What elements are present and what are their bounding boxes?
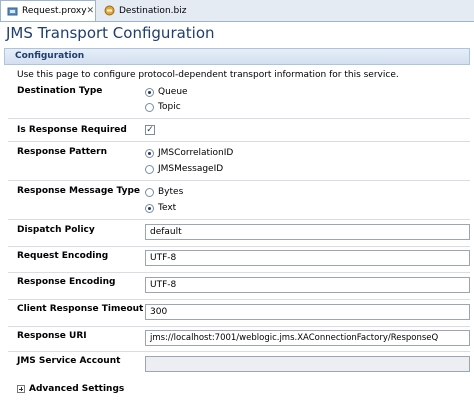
radio-destination-topic[interactable]: Topic: [145, 102, 181, 112]
response-required-checkbox[interactable]: ✓: [145, 125, 155, 135]
expand-icon: [17, 385, 25, 393]
row-divider: [8, 351, 470, 352]
radio-label: JMSCorrelationID: [158, 148, 234, 158]
radio-destination-queue[interactable]: Queue: [145, 87, 188, 97]
editor-tab-bar: Request.proxy ✕ Destination.biz: [0, 0, 474, 22]
label-response-message-type: Response Message Type: [17, 186, 141, 196]
radio-icon: [145, 148, 154, 158]
radio-icon: [145, 87, 154, 97]
radio-label: Bytes: [158, 187, 184, 197]
tab-destination-biz[interactable]: Destination.biz: [98, 1, 198, 20]
client-response-timeout-field[interactable]: 300: [145, 304, 470, 320]
row-divider: [8, 299, 470, 300]
label-destination-type: Destination Type: [17, 86, 103, 96]
label-response-encoding: Response Encoding: [17, 277, 116, 287]
advanced-settings-toggle[interactable]: Advanced Settings: [17, 384, 124, 394]
radio-label: JMSMessageID: [158, 164, 224, 174]
close-icon[interactable]: ✕: [87, 6, 95, 16]
label-client-response-timeout: Client Response Timeout: [17, 304, 144, 314]
row-divider: [8, 219, 470, 220]
radio-label: Text: [158, 203, 177, 213]
radio-icon: [145, 187, 154, 197]
request-encoding-field[interactable]: UTF-8: [145, 250, 470, 266]
radio-icon: [145, 102, 154, 112]
radio-message-type-bytes[interactable]: Bytes: [145, 187, 183, 197]
dispatch-policy-field[interactable]: default: [145, 224, 470, 240]
radio-label: Topic: [158, 102, 181, 112]
response-uri-field[interactable]: jms://localhost:7001/weblogic.jms.XAConn…: [145, 330, 470, 346]
radio-icon: [145, 164, 154, 174]
radio-label: Queue: [158, 87, 188, 97]
radio-pattern-message-id[interactable]: JMSMessageID: [145, 164, 223, 174]
tab-label: Request.proxy: [22, 6, 87, 16]
radio-pattern-correlation-id[interactable]: JMSCorrelationID: [145, 148, 233, 158]
business-service-icon: [104, 5, 115, 16]
radio-message-type-text[interactable]: Text: [145, 203, 176, 213]
response-encoding-field[interactable]: UTF-8: [145, 277, 470, 293]
jms-service-account-field[interactable]: [145, 356, 470, 372]
row-divider: [8, 180, 470, 181]
row-divider: [8, 118, 470, 119]
page-description: Use this page to configure protocol-depe…: [17, 70, 399, 80]
label-dispatch-policy: Dispatch Policy: [17, 225, 95, 235]
radio-icon: [145, 203, 154, 213]
label-response-uri: Response URI: [17, 331, 87, 341]
row-divider: [8, 246, 470, 247]
row-divider: [8, 272, 470, 273]
tab-label: Destination.biz: [119, 5, 187, 16]
section-header-configuration[interactable]: Configuration: [4, 48, 470, 65]
page-title: JMS Transport Configuration: [6, 24, 215, 42]
advanced-settings-label: Advanced Settings: [29, 384, 125, 394]
tab-request-proxy[interactable]: Request.proxy ✕: [0, 0, 96, 21]
label-is-response-required: Is Response Required: [17, 125, 127, 135]
proxy-service-icon: [7, 6, 18, 17]
label-jms-service-account: JMS Service Account: [17, 356, 121, 366]
row-divider: [8, 326, 470, 327]
row-divider: [8, 141, 470, 142]
label-response-pattern: Response Pattern: [17, 147, 107, 157]
label-request-encoding: Request Encoding: [17, 251, 109, 261]
